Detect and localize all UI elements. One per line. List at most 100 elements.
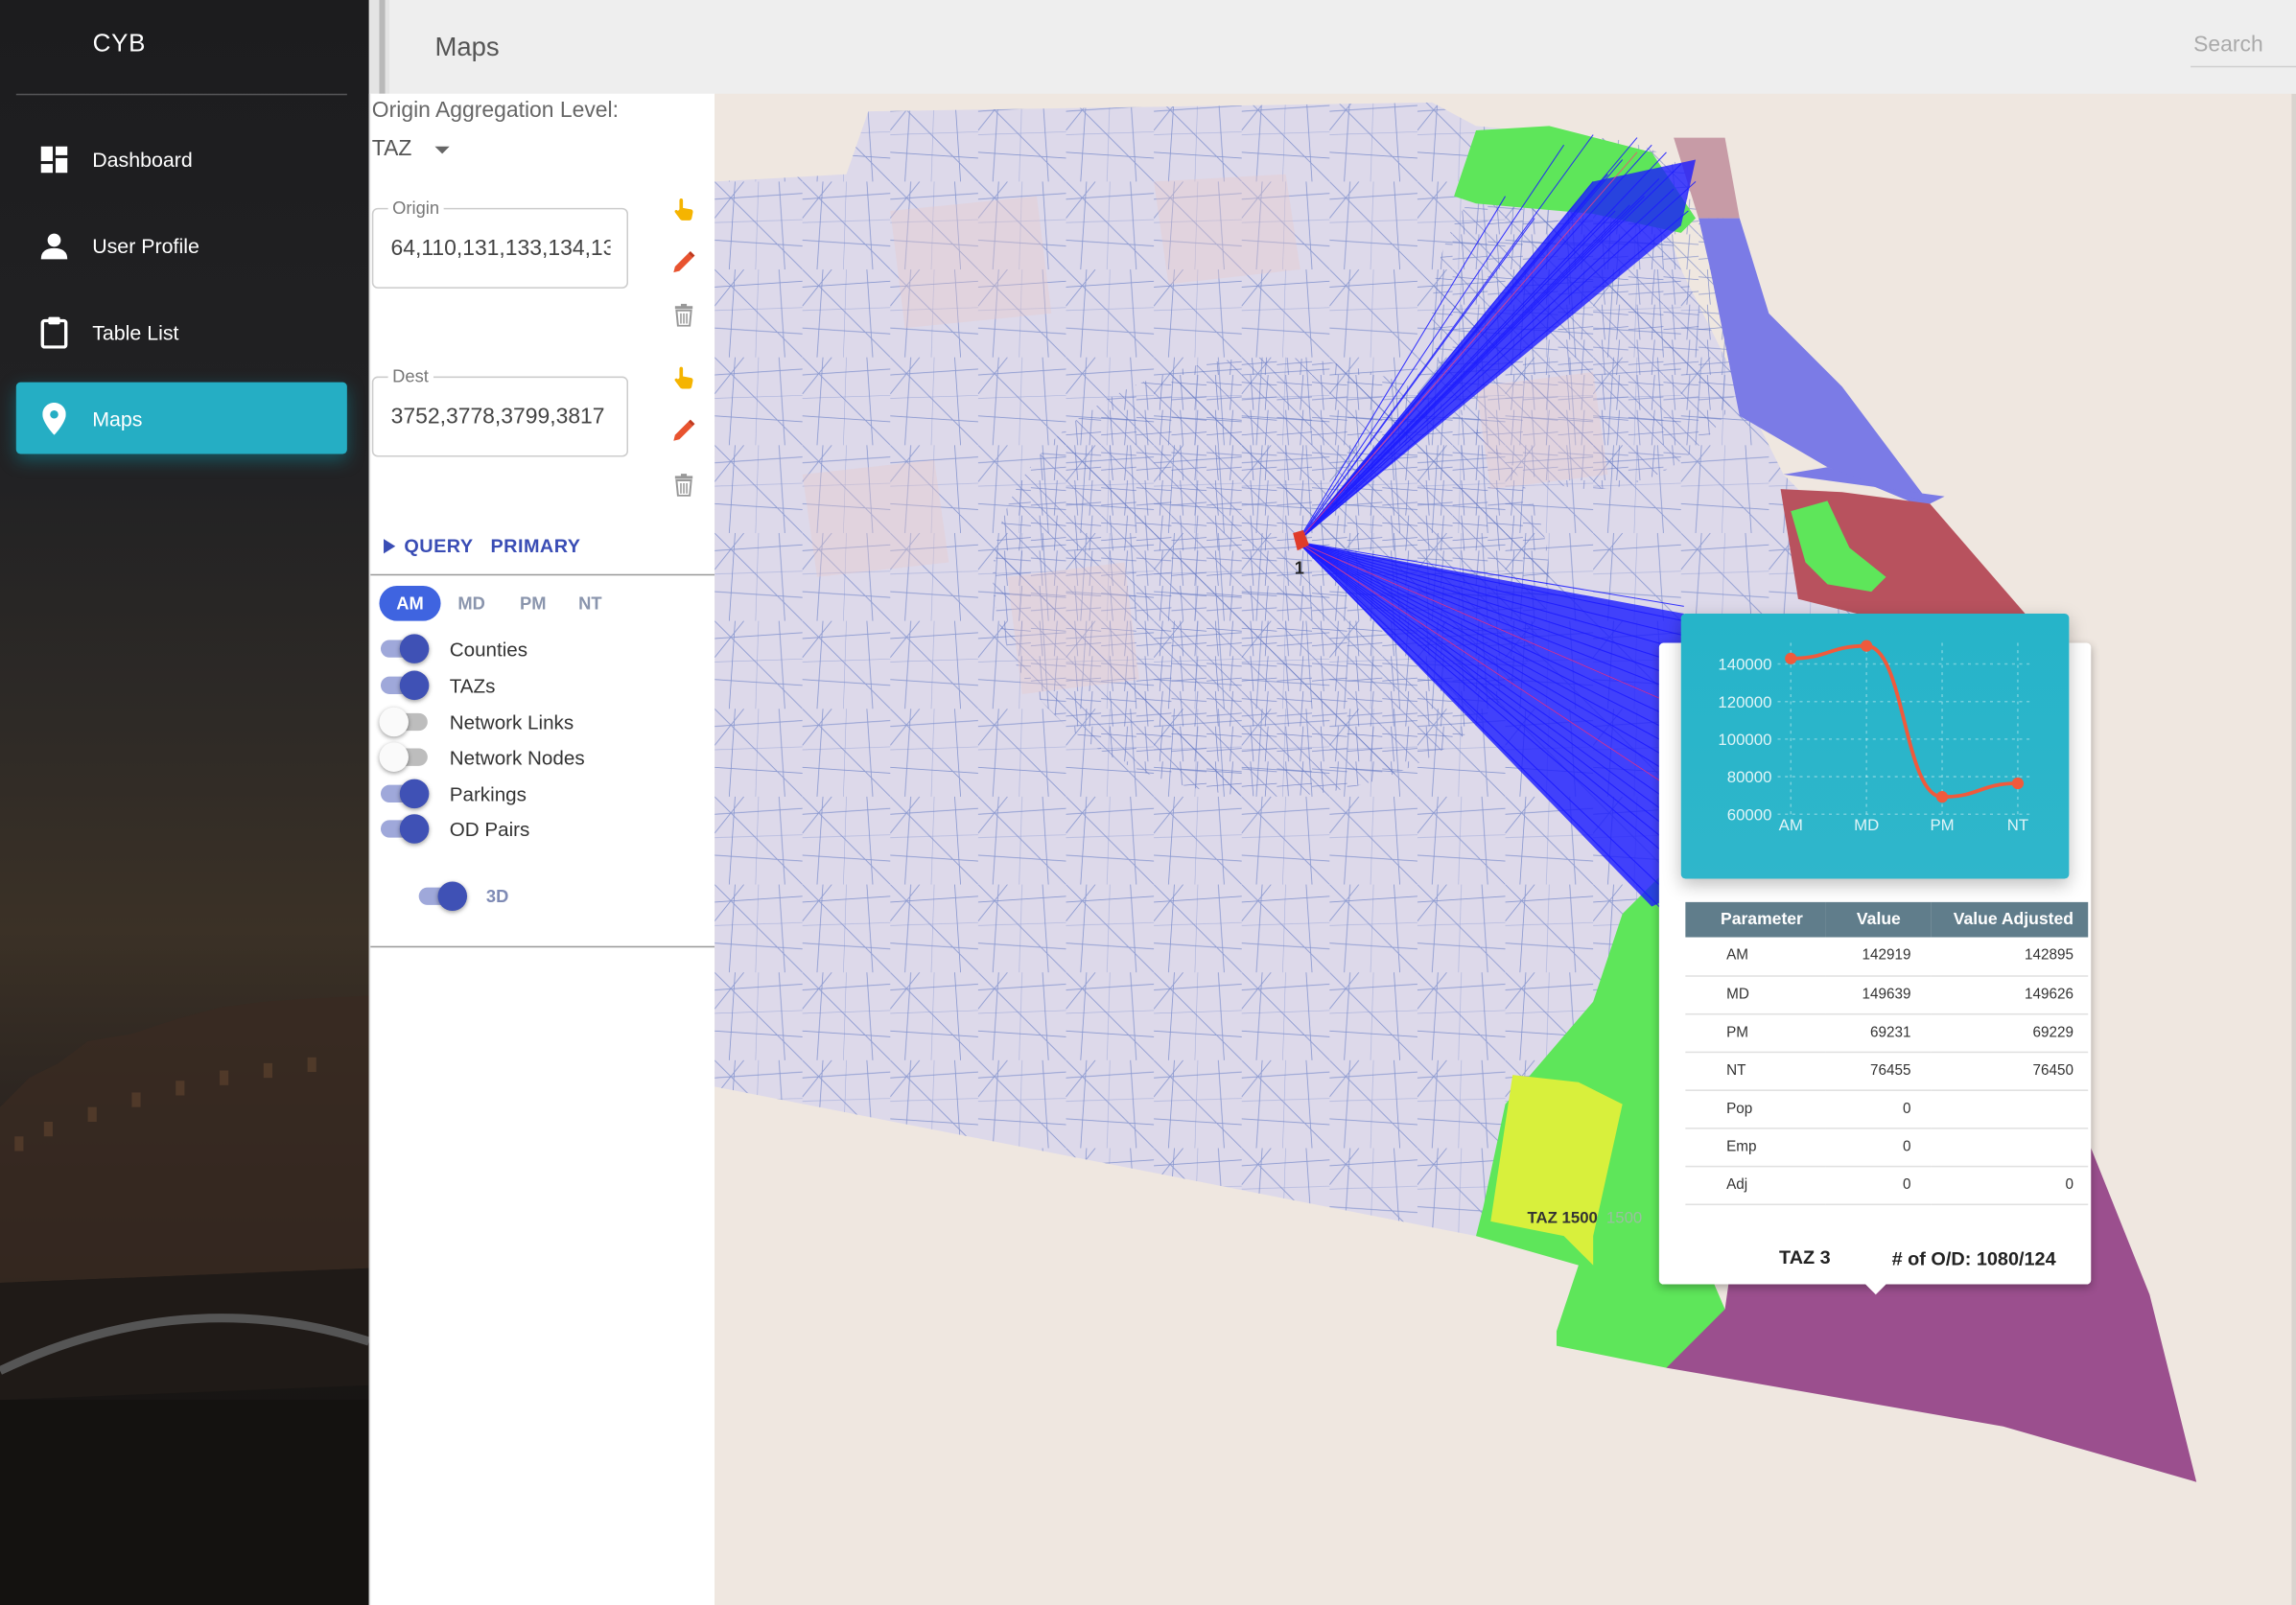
table-row: NT 76455 76450 [1685,1052,2089,1091]
chart-x-tick-label: MD [1854,816,1879,834]
dashboard-icon [16,144,92,174]
sidebar-item-maps[interactable]: Maps [15,382,347,454]
table-row: Pop 0 [1685,1089,2089,1129]
aggregation-label: Origin Aggregation Level: [371,98,620,124]
toggle-3d-label: 3D [485,886,509,907]
chart-y-tick-label: 120000 [1718,693,1771,711]
top-bar: Maps [389,0,2296,94]
period-line-chart: 60000 80000 100000 120000 140000 AM MD PM NT [1718,640,2031,834]
chart-x-tick-label: PM [1930,816,1954,834]
layer-toggle-parkings[interactable]: Parkings [379,778,527,810]
sidebar-item-label: Maps [92,406,143,430]
sidebar-background-image [0,995,369,1605]
table-cell: PM [1685,1013,1826,1053]
origin-input[interactable] [390,235,611,261]
table-cell [1931,1089,2089,1129]
divider [370,573,716,576]
dest-input[interactable] [390,404,611,430]
period-tab-am[interactable]: AM [379,585,441,621]
sidebar-item-table-list[interactable]: Table List [16,296,347,368]
chart-series-line [1791,643,2018,800]
period-tab-nt[interactable]: NT [564,586,617,621]
table-cell: Emp [1685,1128,1826,1168]
sidebar-item-label: Dashboard [92,147,193,171]
caret-down-icon [434,146,450,154]
table-cell: 0 [1825,1128,1932,1168]
layer-toggle-od-pairs[interactable]: OD Pairs [379,813,529,846]
taz-label-ghost: 1500 [1605,1209,1643,1227]
map-scrollbar[interactable] [2291,93,2296,1605]
layer-toggle-tazs[interactable]: TAZs [379,669,495,702]
table-cell: 0 [1825,1166,1932,1206]
clipboard-icon [16,315,92,348]
trash-icon[interactable] [670,302,696,328]
table-row: Emp 0 [1685,1128,2089,1168]
table-cell: 76455 [1825,1052,1932,1091]
sidebar-item-label: Table List [92,319,179,344]
layer-label: OD Pairs [449,818,530,840]
layer-label: Network Nodes [449,746,585,769]
toggle-switch[interactable] [417,880,468,913]
od-table: Parameter Value Value Adjusted AM 142919 1… [1685,901,2089,1206]
chart-y-tick-label: 80000 [1727,768,1772,786]
pencil-icon[interactable] [670,249,696,275]
origin-field[interactable]: Origin [371,198,628,289]
origin-label: Origin [387,198,444,219]
sidebar-item-label: User Profile [92,233,199,258]
layer-toggle-counties[interactable]: Counties [379,633,527,665]
search-input[interactable] [2191,23,2296,68]
aggregation-select[interactable]: TAZ [372,136,460,169]
toggle-switch[interactable] [379,669,430,702]
trash-icon[interactable] [670,472,696,498]
primary-button[interactable]: PRIMARY [490,535,580,557]
table-cell: Adj [1685,1166,1826,1206]
popup-od-count: # of O/D: 1080/124 [1891,1247,2056,1270]
query-label: QUERY [404,534,474,557]
chart-x-tick-label: AM [1779,816,1803,834]
app-logo[interactable]: CYB [0,30,239,59]
layer-toggle-network-links[interactable]: Network Links [379,706,574,738]
toggle-switch[interactable] [379,633,430,665]
table-cell: 0 [1825,1089,1932,1129]
person-icon [16,231,92,261]
sidebar-item-dashboard[interactable]: Dashboard [16,123,347,195]
period-tab-md[interactable]: MD [444,586,500,621]
period-tab-pm[interactable]: PM [505,586,561,621]
table-cell: 142895 [1931,937,2089,977]
popup-pointer [1863,1283,1888,1295]
chart-data-point [2011,777,2025,790]
sidebar-divider [15,93,347,96]
chart-data-point [1785,652,1797,664]
popup-taz-id: TAZ 3 [1779,1245,1831,1268]
table-row: AM 142919 142895 [1685,937,2089,977]
control-panel: Origin Aggregation Level: TAZ Origin Des… [368,93,716,1605]
dest-label: Dest [387,365,433,387]
table-cell: Pop [1685,1089,1826,1129]
toggle-switch[interactable] [379,741,429,774]
toggle-3d[interactable]: 3D [417,880,508,913]
toggle-switch[interactable] [379,706,429,738]
chart-data-point [1861,640,1873,652]
pointer-hand-icon[interactable] [670,364,696,390]
toggle-switch[interactable] [379,778,430,810]
toggle-switch[interactable] [379,813,430,846]
chart-y-tick-label: 60000 [1727,805,1772,824]
play-icon [384,538,396,553]
dest-field[interactable]: Dest [371,365,628,457]
chart-data-point [1935,791,1949,803]
primary-label: PRIMARY [490,534,581,557]
pointer-hand-icon[interactable] [670,197,696,222]
table-cell: 69229 [1931,1013,2089,1053]
pencil-icon[interactable] [670,417,696,443]
scrollbar[interactable] [368,0,390,94]
query-button[interactable]: QUERY [384,534,474,557]
table-cell: 76450 [1931,1052,2089,1091]
column-header: Value Adjusted [1931,901,2089,938]
page-title: Maps [434,32,500,62]
chart-x-tick-label: NT [2007,816,2028,834]
chart-y-tick-label: 100000 [1718,731,1771,749]
column-header: Value [1825,901,1932,938]
sidebar-item-user-profile[interactable]: User Profile [16,209,347,281]
table-row: MD 149639 149626 [1685,975,2089,1015]
layer-toggle-network-nodes[interactable]: Network Nodes [379,741,585,774]
